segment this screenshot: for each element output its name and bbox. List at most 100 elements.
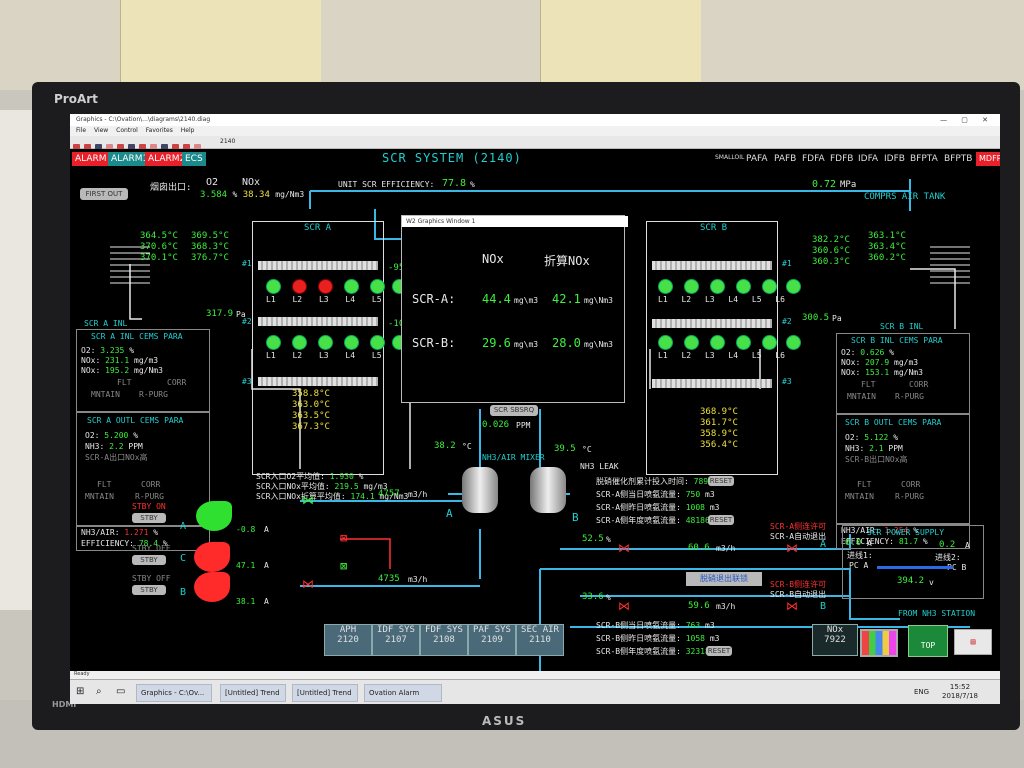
scr-b-blower-lamp[interactable] [762, 279, 777, 294]
nav-bfptb[interactable]: BFPTB [944, 154, 972, 164]
fan-c-stby-button[interactable]: STBY [132, 555, 166, 565]
nav-idfb[interactable]: IDFB [884, 154, 905, 164]
nox-nav-code: 7922 [824, 635, 846, 645]
task-alarm-system[interactable]: Ovation Alarm Syst... [364, 684, 442, 702]
nav-bfpta[interactable]: BFPTA [910, 154, 938, 164]
permit-a-valve-icon[interactable]: ⋈ [786, 541, 798, 555]
scr-b-inlet-temps-right: 363.1°C 363.4°C 360.2°C [868, 231, 906, 264]
task-trend-1[interactable]: [Untitled] Trend [220, 684, 286, 702]
ammonia-a-valve-icon[interactable]: ⋈ [618, 541, 630, 555]
scr-a-blower-lamp[interactable] [266, 335, 281, 350]
valve-bypass-2-icon[interactable]: ⊠ [340, 559, 347, 573]
task-trend-2[interactable]: [Untitled] Trend [292, 684, 358, 702]
nav-fdfb[interactable]: FDFB [830, 154, 853, 164]
ecs-button[interactable]: ECS [182, 152, 206, 166]
scr-b-row-label: L1 [658, 351, 668, 360]
task-graphics[interactable]: Graphics - C:\Ov... [136, 684, 212, 702]
taskbar-clock[interactable]: 15:52 2018/7/18 [942, 683, 978, 701]
ppm-value: 0.026 [482, 420, 510, 430]
nav-aph-button[interactable]: APH 2120 [324, 624, 372, 656]
valve-bypass-1-icon[interactable]: ⊠ [340, 531, 347, 545]
scr-b-blower-lamp[interactable] [736, 279, 751, 294]
scr-b-blower-lamp[interactable] [736, 335, 751, 350]
scr-a-blower-lamp[interactable] [318, 279, 333, 294]
nox-popup-title[interactable]: W2 Graphics Window 1 [402, 216, 628, 227]
task-view-icon[interactable]: ▭ [116, 686, 125, 697]
fan-b-stby-button[interactable]: STBY [132, 585, 166, 595]
scr-a-blower-lamp[interactable] [344, 279, 359, 294]
nav-idfa[interactable]: IDFA [858, 154, 878, 164]
permit-b-valve-icon[interactable]: ⋈ [786, 599, 798, 613]
scr-a-blower-lamp[interactable] [266, 279, 281, 294]
total-label: SCR-A侧昨日喷氨流量: [596, 503, 681, 512]
fan-a-stby-button[interactable]: STBY [132, 513, 166, 523]
reset-a-button[interactable]: RESET [708, 515, 734, 525]
popup-row-b-conv: 28.0 [552, 336, 581, 350]
menu-control[interactable]: Control [116, 127, 138, 134]
windows-start-icon[interactable]: ⊞ [76, 686, 84, 697]
scr-a-blower-lamp[interactable] [292, 279, 307, 294]
mixer-b-tank[interactable] [530, 467, 566, 513]
first-out-button[interactable]: FIRST OUT [80, 188, 128, 200]
scr-b-blower-lamp[interactable] [658, 279, 673, 294]
fan-b-flow-unit: A [264, 597, 269, 606]
scr-b-row-label: L5 [751, 351, 762, 360]
scr-a-blower-lamp[interactable] [370, 335, 385, 350]
scr-b-blower-lamp[interactable] [762, 335, 777, 350]
top-button[interactable]: TOP [908, 625, 948, 657]
scr-b-blower-lamp[interactable] [684, 335, 699, 350]
nav-pafa[interactable]: PAFA [746, 154, 768, 164]
scr-b-blower-lamp[interactable] [786, 335, 801, 350]
scr-b-blower-lamp[interactable] [786, 279, 801, 294]
mixer-a-tank[interactable] [462, 467, 498, 513]
scr-sbsrq-button[interactable]: SCR SBSRQ [490, 405, 538, 416]
trend-icon[interactable] [860, 629, 898, 657]
scr-a-inl-flt: FLT [117, 378, 132, 387]
nav-pafb[interactable]: PAFB [774, 154, 796, 164]
nav-fdf-sys-button[interactable]: FDF SYS 2108 [420, 624, 468, 656]
valve-b-icon[interactable]: ⋈ [302, 577, 314, 591]
scr-b-inlet-temp: 360.6°C [812, 246, 850, 256]
fan-a-icon[interactable] [196, 501, 232, 531]
scr-a-blower-lamp[interactable] [318, 335, 333, 350]
nox-popup-window[interactable]: W2 Graphics Window 1 NOx 折算NOx SCR-A: 44… [401, 215, 628, 403]
nav-idf-sys-button[interactable]: IDF SYS 2107 [372, 624, 420, 656]
total-unit: m3 [705, 621, 715, 630]
nox-nav-button[interactable]: NOx 7922 [812, 624, 858, 656]
fan-b-icon[interactable] [194, 572, 230, 602]
nav-paf-sys-button[interactable]: PAF SYS 2109 [468, 624, 516, 656]
menu-favorites[interactable]: Favorites [146, 127, 173, 134]
scr-a-outl-o2-unit: % [133, 431, 139, 440]
nav-mdfp[interactable]: MDFP [976, 152, 1000, 166]
valve-a-icon[interactable]: ⋈ [302, 493, 314, 507]
total-unit: m3 [709, 634, 720, 643]
scr-b-layer-3-label: #3 [782, 377, 792, 386]
ammonia-b-valve-icon[interactable]: ⋈ [618, 599, 630, 613]
alarm-button[interactable]: ALARM [72, 152, 110, 166]
nav-smalloil[interactable]: SMALLOIL [715, 154, 744, 161]
scr-a-blower-lamp[interactable] [292, 335, 307, 350]
report-icon[interactable]: ▤ [954, 629, 992, 655]
ime-indicator[interactable]: ENG [914, 688, 929, 696]
menu-file[interactable]: File [76, 127, 86, 134]
menu-help[interactable]: Help [181, 127, 195, 134]
menu-view[interactable]: View [94, 127, 108, 134]
scr-b-blower-lamp[interactable] [710, 335, 725, 350]
air-flow-a: 4757 [378, 489, 400, 499]
scr-b-blower-lamp[interactable] [658, 335, 673, 350]
interlock-exit-button[interactable]: 脱硝退出联锁 [686, 572, 762, 586]
nav-fdfa[interactable]: FDFA [802, 154, 825, 164]
search-icon[interactable]: ⌕ [96, 686, 102, 697]
scr-a-blower-lamp[interactable] [370, 279, 385, 294]
reset-b-button[interactable]: RESET [706, 646, 732, 656]
scr-b-blower-lamp[interactable] [710, 279, 725, 294]
window-controls[interactable]: — ▢ ✕ [940, 114, 994, 126]
scr-a-blower-lamp[interactable] [344, 335, 359, 350]
fan-c-icon[interactable] [194, 542, 230, 572]
scr-b-blower-lamp[interactable] [684, 279, 699, 294]
clock-time: 15:52 [949, 683, 971, 691]
reset-hours-button[interactable]: RESET [708, 476, 734, 486]
scr-a-outl-nh3-label: NH3: [85, 442, 105, 451]
nav-sec-air-button[interactable]: SEC AIR 2110 [516, 624, 564, 656]
mixer-temp-a: 38.2 [434, 441, 456, 451]
